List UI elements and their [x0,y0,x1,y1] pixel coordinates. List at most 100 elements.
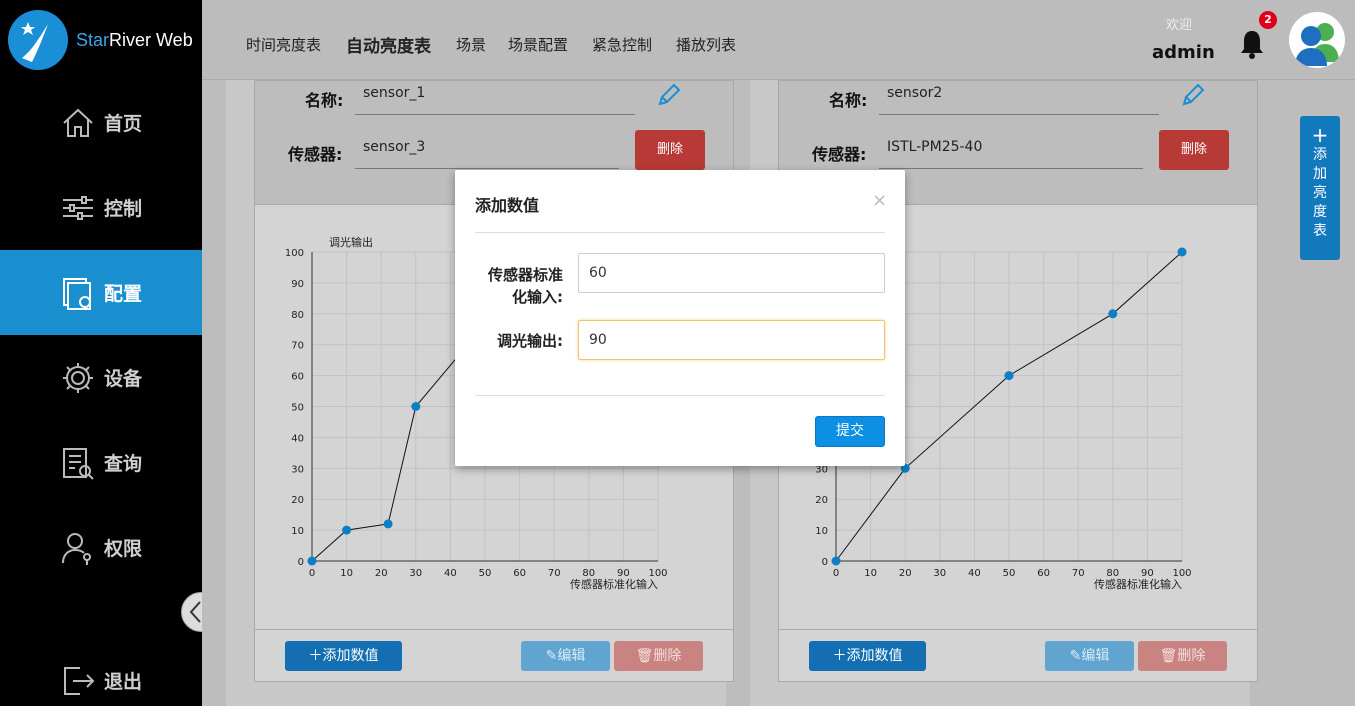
add-value-button[interactable]: ＋添加数值 [809,641,926,671]
tab-auto-brightness[interactable]: 自动亮度表 [346,32,431,57]
x-tick-label: 60 [1037,568,1050,579]
avatar[interactable] [1289,12,1345,68]
welcome-text: 欢迎 [1166,18,1193,33]
x-tick-label: 0 [833,568,839,579]
add-brightness-table-button[interactable]: + 添 加 亮 度 表 [1300,116,1340,260]
series-line [311,344,469,562]
nav-query[interactable]: 查询 [0,420,202,505]
gear-icon [63,362,93,393]
add-brightness-char: 亮 [1313,185,1327,201]
tab-emergency-control[interactable]: 紧急控制 [592,34,652,55]
add-brightness-char: 表 [1313,223,1327,239]
user-key-icon [62,532,91,565]
card-footer: ＋添加数值 ✎编辑 🗑删除 [779,629,1257,682]
sensor-input[interactable]: sensor_3 [355,139,619,169]
x-tick-label: 20 [899,568,912,579]
tab-scene[interactable]: 场景 [456,34,486,55]
nav-config-label: 配置 [104,283,143,305]
y-tick-label: 50 [291,403,304,414]
x-tick-label: 30 [933,568,946,579]
data-point [411,402,421,411]
tab-playlist[interactable]: 播放列表 [676,34,736,55]
submit-button[interactable]: 提交 [815,416,885,447]
sensor-normalized-input[interactable]: 60 [578,253,885,293]
pencil-icon[interactable] [1179,81,1207,109]
edit-label: 编辑 [1081,648,1110,664]
name-input[interactable]: sensor2 [879,85,1159,115]
nav-permission-label: 权限 [104,538,143,560]
delete-sensor-button[interactable]: 删除 [635,130,705,170]
chevron-left-icon [189,601,201,623]
query-icon [63,447,94,480]
add-value-dialog: 添加数值 × 传感器标准 化输入: 60 调光输出: 90 提交 [455,170,905,466]
x-tick-label: 10 [864,568,877,579]
y-tick-label: 70 [291,341,304,352]
add-value-label: 添加数值 [322,648,379,664]
sidebar: StarRiver Web 首页 控制 配置 设备 查询 权限 退出 [0,0,202,706]
nav-logout-label: 退出 [104,671,143,693]
tab-scene-config[interactable]: 场景配置 [508,34,568,55]
x-tick-label: 60 [513,568,526,579]
app-logo: StarRiver Web [0,0,202,80]
nav-logout[interactable]: 退出 [0,638,202,706]
sensor-input[interactable]: ISTL-PM25-40 [879,139,1143,169]
dialog-title: 添加数值 [475,196,540,215]
dimming-output-input[interactable]: 90 [578,320,885,360]
edit-button[interactable]: ✎编辑 [521,641,610,671]
edit-icon: ✎ [545,648,558,664]
x-tick-label: 40 [444,568,457,579]
data-point [307,556,317,566]
nav-control[interactable]: 控制 [0,165,202,250]
y-axis-title: 调光输出 [329,235,373,249]
data-point [383,519,393,529]
config-icon [63,277,91,310]
bell-icon[interactable] [1238,28,1266,60]
delete-sensor-button[interactable]: 删除 [1159,130,1229,170]
remove-label: 删除 [1177,648,1206,664]
home-icon [63,108,93,137]
name-label: 名称: [829,91,868,110]
edit-button[interactable]: ✎编辑 [1045,641,1134,671]
nav-home[interactable]: 首页 [0,80,202,165]
x-tick-label: 10 [340,568,353,579]
remove-button[interactable]: 🗑删除 [1138,641,1227,671]
nav-config[interactable]: 配置 [0,250,202,335]
x-axis-title: 传感器标准化输入 [1094,577,1182,591]
y-tick-label: 20 [291,495,304,506]
username[interactable]: admin [1152,42,1215,63]
plus-icon: + [1311,123,1329,147]
sensor-input-label: 传感器标准 化输入: [487,266,563,306]
y-tick-label: 0 [298,557,304,568]
card-footer: ＋添加数值 ✎编辑 🗑删除 [255,629,733,682]
y-tick-label: 80 [291,310,304,321]
tab-time-brightness[interactable]: 时间亮度表 [246,34,321,55]
sensor-label: 传感器: [288,145,343,164]
close-icon[interactable]: × [872,190,887,211]
trash-icon: 🗑 [1159,648,1178,664]
y-tick-label: 60 [291,372,304,383]
remove-label: 删除 [653,648,682,664]
data-point [342,525,352,535]
y-tick-label: 10 [291,526,304,537]
logo-badge-icon [8,10,68,70]
add-value-button[interactable]: ＋添加数值 [285,641,402,671]
trash-icon: 🗑 [635,648,654,664]
sliders-icon [63,195,93,220]
add-brightness-char: 加 [1313,166,1327,182]
nav-device[interactable]: 设备 [0,335,202,420]
divider [475,232,885,233]
x-tick-label: 50 [479,568,492,579]
nav-permission[interactable]: 权限 [0,505,202,590]
pencil-icon[interactable] [655,81,683,109]
name-label: 名称: [305,91,344,110]
nav-control-label: 控制 [104,198,143,220]
name-input[interactable]: sensor_1 [355,85,635,115]
nav-home-label: 首页 [104,113,143,135]
y-tick-label: 10 [815,526,828,537]
data-point [1177,247,1187,257]
remove-button[interactable]: 🗑删除 [614,641,703,671]
y-tick-label: 0 [822,557,828,568]
x-tick-label: 40 [968,568,981,579]
y-tick-label: 100 [285,248,304,259]
y-tick-label: 20 [815,495,828,506]
